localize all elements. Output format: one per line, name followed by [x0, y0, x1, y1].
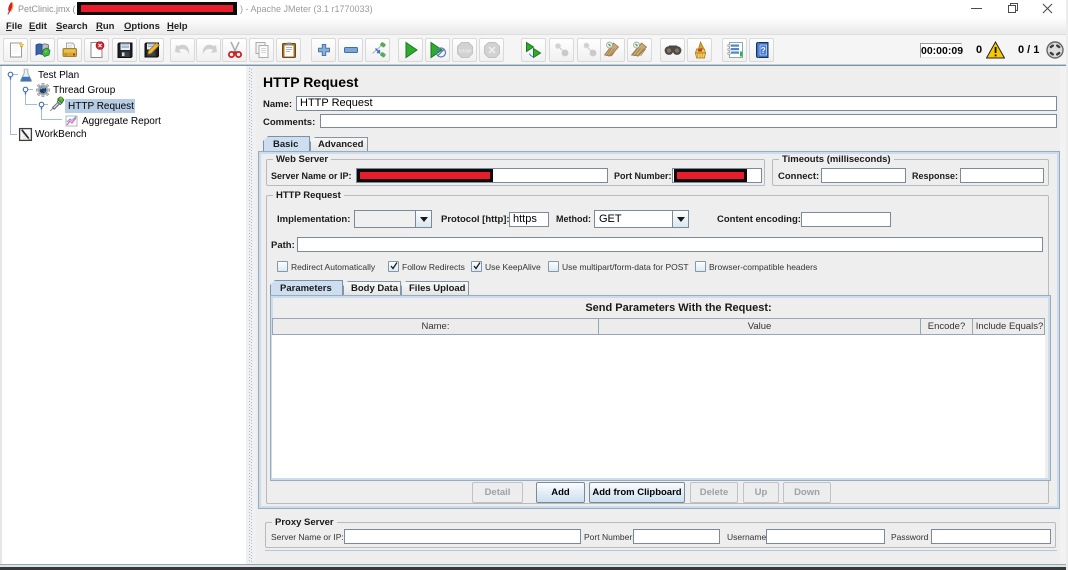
svg-text:STOP: STOP — [458, 49, 470, 54]
svg-text:?: ? — [760, 46, 765, 55]
